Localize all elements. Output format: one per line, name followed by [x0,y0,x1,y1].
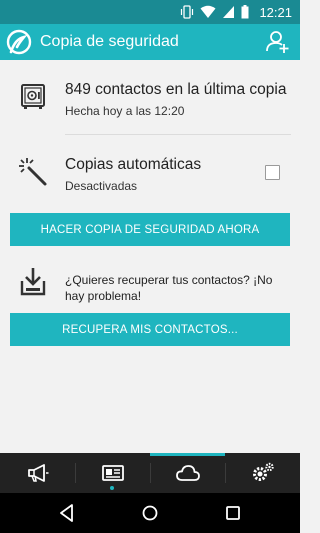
tab-backup[interactable] [150,453,225,493]
last-backup-subtitle: Hecha hoy a las 12:20 [65,104,185,118]
app-bar: Copia de seguridad [0,24,300,60]
backup-now-label: HACER COPIA DE SEGURIDAD AHORA [40,223,260,236]
magic-wand-icon [19,158,47,186]
settings-icon [252,462,274,481]
tab-settings[interactable] [225,453,300,493]
app-title: Copia de seguridad [40,33,179,50]
backup-now-button[interactable]: HACER COPIA DE SEGURIDAD AHORA [10,213,290,246]
contacts-notification-dot [110,486,114,490]
home-icon[interactable] [138,501,162,525]
recover-prompt: ¿Quieres recuperar tus contactos? ¡No ha… [65,273,273,303]
app-logo-icon [6,29,32,55]
recover-contacts-label: RECUPERA MIS CONTACTOS... [62,323,238,336]
signal-icon [223,6,235,18]
download-tray-icon [20,268,46,296]
auto-backup-title: Copias automáticas [65,156,202,173]
wifi-icon [200,5,216,18]
recover-contacts-button[interactable]: RECUPERA MIS CONTACTOS... [10,313,290,346]
system-nav-bar [0,493,300,533]
auto-backup-status: Desactivadas [65,179,138,193]
tab-campaigns[interactable] [0,453,75,493]
status-bar: 12:21 [0,0,300,24]
vibrate-icon [181,5,194,19]
megaphone-icon [27,464,48,482]
contact-card-icon [101,465,124,481]
back-icon[interactable] [55,501,79,525]
cloud-icon [175,465,200,481]
safe-icon [21,84,45,109]
status-time: 12:21 [259,4,292,20]
battery-icon [241,5,249,19]
last-backup-title: 849 contactos en la última copia [65,81,287,98]
auto-backup-checkbox[interactable] [265,165,280,180]
bottom-tab-bar [0,453,300,493]
status-icons: 12:21 [180,0,292,24]
recents-icon[interactable] [221,501,245,525]
divider [65,134,291,135]
add-contact-icon[interactable] [266,29,290,55]
